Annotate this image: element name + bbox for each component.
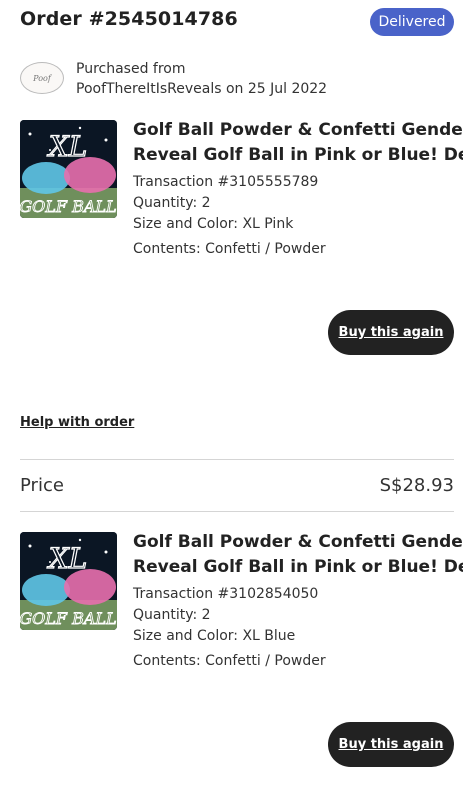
size-and-color: Size and Color: XL Pink	[133, 216, 294, 232]
product-title-line1: Golf Ball Powder & Confetti Gender	[133, 120, 463, 140]
transaction-number: Transaction #3102854050	[133, 586, 319, 602]
thumb-bottom-text: GOLF BALL	[20, 197, 117, 216]
contents: Contents: Confetti / Powder	[133, 653, 326, 669]
product-title[interactable]: Golf Ball Powder & Confetti Gender Revea…	[133, 530, 463, 580]
purchased-label: Purchased from	[76, 61, 186, 77]
purchased-from: Purchased from PoofThereItIsReveals on 2…	[76, 59, 327, 99]
thumb-top-text: XL	[47, 130, 88, 163]
size-and-color: Size and Color: XL Blue	[133, 628, 296, 644]
shop-logo[interactable]: Poof	[20, 62, 64, 94]
price-value: S$28.93	[379, 475, 454, 496]
buy-again-button[interactable]: Buy this again	[328, 310, 454, 355]
product-thumbnail[interactable]: XL GOLF BALL	[20, 120, 117, 218]
status-badge: Delivered	[370, 8, 454, 36]
buy-again-button[interactable]: Buy this again	[328, 722, 454, 767]
shop-name-date[interactable]: PoofThereItIsReveals on 25 Jul 2022	[76, 79, 327, 99]
quantity: Quantity: 2	[133, 607, 211, 623]
transaction-number: Transaction #3105555789	[133, 174, 319, 190]
product-title[interactable]: Golf Ball Powder & Confetti Gender Revea…	[133, 118, 463, 168]
product-image: XL GOLF BALL	[20, 532, 117, 630]
thumb-bottom-text: GOLF BALL	[20, 609, 117, 628]
product-title-line2: Reveal Golf Ball in Pink or Blue! Desi..…	[133, 557, 463, 577]
price-label: Price	[20, 475, 64, 496]
divider	[20, 459, 454, 460]
product-title-line1: Golf Ball Powder & Confetti Gender	[133, 532, 463, 552]
order-title: Order #2545014786	[20, 8, 238, 30]
divider	[20, 511, 454, 512]
product-image: XL GOLF BALL	[20, 120, 117, 218]
quantity: Quantity: 2	[133, 195, 211, 211]
product-title-line2: Reveal Golf Ball in Pink or Blue! Desi..…	[133, 145, 463, 165]
help-with-order-link[interactable]: Help with order	[20, 415, 134, 430]
product-thumbnail[interactable]: XL GOLF BALL	[20, 532, 117, 630]
thumb-top-text: XL	[47, 542, 88, 575]
shop-logo-text: Poof	[33, 73, 51, 83]
contents: Contents: Confetti / Powder	[133, 241, 326, 257]
